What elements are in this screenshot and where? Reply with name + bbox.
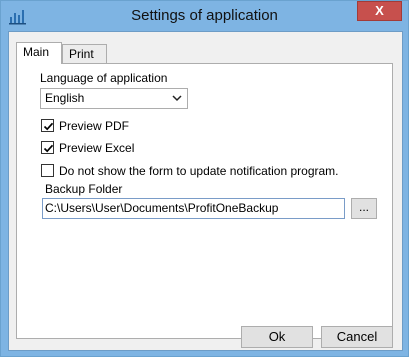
language-select[interactable]: English [40, 88, 188, 109]
tab-print[interactable]: Print [62, 44, 107, 63]
tab-main[interactable]: Main [16, 42, 62, 64]
checkmark-icon [43, 122, 54, 131]
no-update-form-label: Do not show the form to update notificat… [59, 164, 339, 178]
checkmark-icon [43, 144, 54, 153]
chevron-down-icon [171, 92, 183, 104]
backup-folder-input[interactable]: C:\Users\User\Documents\ProfitOneBackup [42, 198, 345, 219]
language-value: English [45, 91, 85, 105]
main-tab-panel: Language of application English Preview … [16, 63, 393, 339]
backup-folder-label: Backup Folder [45, 182, 123, 196]
preview-excel-label: Preview Excel [59, 141, 135, 155]
cancel-button[interactable]: Cancel [321, 326, 393, 348]
language-label: Language of application [40, 71, 168, 85]
title-bar[interactable]: Settings of application X [1, 1, 408, 31]
settings-window: Settings of application X Main Print Lan… [0, 0, 409, 357]
window-title: Settings of application [131, 7, 278, 24]
no-update-form-checkbox[interactable] [41, 164, 54, 177]
close-button[interactable]: X [357, 1, 402, 21]
preview-excel-checkbox[interactable] [41, 141, 54, 154]
backup-folder-value: C:\Users\User\Documents\ProfitOneBackup [45, 201, 279, 215]
ok-button[interactable]: Ok [241, 326, 313, 348]
browse-button[interactable]: ... [351, 198, 377, 219]
dialog-body: Main Print Language of application Engli… [8, 31, 403, 351]
close-icon: X [375, 3, 384, 18]
preview-pdf-checkbox[interactable] [41, 119, 54, 132]
preview-pdf-label: Preview PDF [59, 119, 130, 133]
